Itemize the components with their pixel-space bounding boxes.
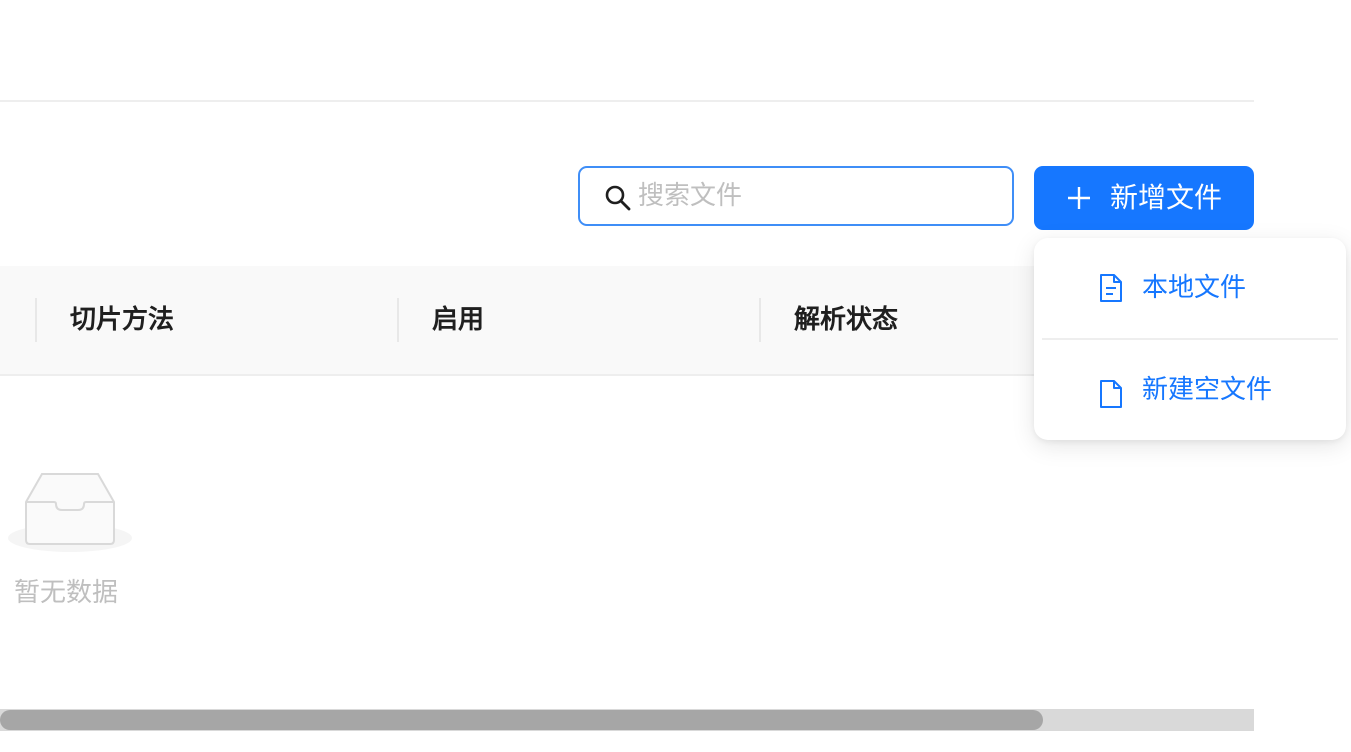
plus-icon	[1068, 187, 1090, 209]
top-divider	[0, 100, 1254, 102]
search-box[interactable]	[578, 166, 1014, 226]
menu-item-label: 新建空文件	[1142, 375, 1273, 405]
add-file-button[interactable]: 新增文件	[1034, 166, 1254, 230]
add-file-dropdown: 本地文件 新建空文件	[1034, 238, 1346, 440]
empty-text: 暂无数据	[14, 578, 119, 608]
file-icon	[1100, 380, 1122, 408]
menu-item-label: 本地文件	[1142, 273, 1247, 303]
column-header-chunk-method[interactable]: 切片方法	[70, 302, 174, 338]
menu-item-local-file[interactable]: 本地文件	[1034, 238, 1346, 338]
column-header-enabled[interactable]: 启用	[432, 302, 484, 338]
search-input[interactable]	[638, 168, 998, 224]
menu-item-new-empty-file[interactable]: 新建空文件	[1034, 340, 1346, 440]
empty-state: 暂无数据	[6, 468, 136, 618]
add-file-button-label: 新增文件	[1110, 181, 1223, 214]
column-separator	[397, 298, 399, 342]
column-separator	[759, 298, 761, 342]
column-header-parse-status[interactable]: 解析状态	[794, 302, 898, 338]
horizontal-scrollbar-thumb[interactable]	[0, 710, 1043, 730]
file-text-icon	[1100, 274, 1122, 302]
empty-inbox-icon	[8, 473, 132, 552]
horizontal-scrollbar[interactable]	[0, 709, 1254, 731]
page: 新增文件 切片方法 启用 解析状态 暂无数据 本地文件	[0, 0, 1351, 752]
column-separator	[35, 298, 37, 342]
search-icon	[605, 185, 631, 211]
